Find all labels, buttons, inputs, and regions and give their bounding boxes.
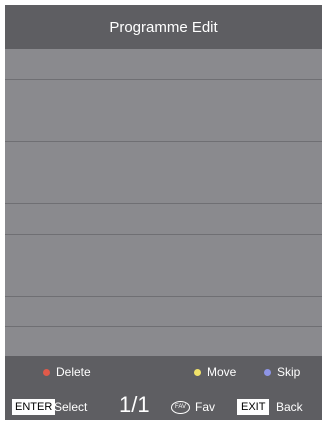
enter-key-icon: ENTER [12,399,56,415]
red-dot-icon [43,369,50,376]
fav-hint-label: Fav [195,400,216,414]
row-divider [5,79,322,80]
fav-key-icon: FAV [171,401,190,414]
row-divider [5,296,322,297]
delete-hint-label: Delete [56,365,91,379]
back-hint-label: Back [276,400,303,414]
page-indicator: 1/1 [119,392,150,417]
skip-hint-label: Skip [277,365,301,379]
row-divider [5,326,322,327]
programme-edit-screen: Programme Edit Delete Move Skip ENTER Se… [5,5,322,420]
footer-hints: Delete Move Skip ENTER Select 1/1 FAV Fa… [5,356,322,420]
channel-list[interactable] [5,49,322,356]
page-title: Programme Edit [109,18,218,36]
title-bar: Programme Edit [5,5,322,49]
row-divider [5,141,322,142]
row-divider [5,234,322,235]
exit-key-icon: EXIT [237,399,270,415]
row-divider [5,203,322,204]
blue-dot-icon [264,369,271,376]
select-hint-label: Select [54,400,88,414]
move-hint-label: Move [207,365,237,379]
yellow-dot-icon [194,369,201,376]
